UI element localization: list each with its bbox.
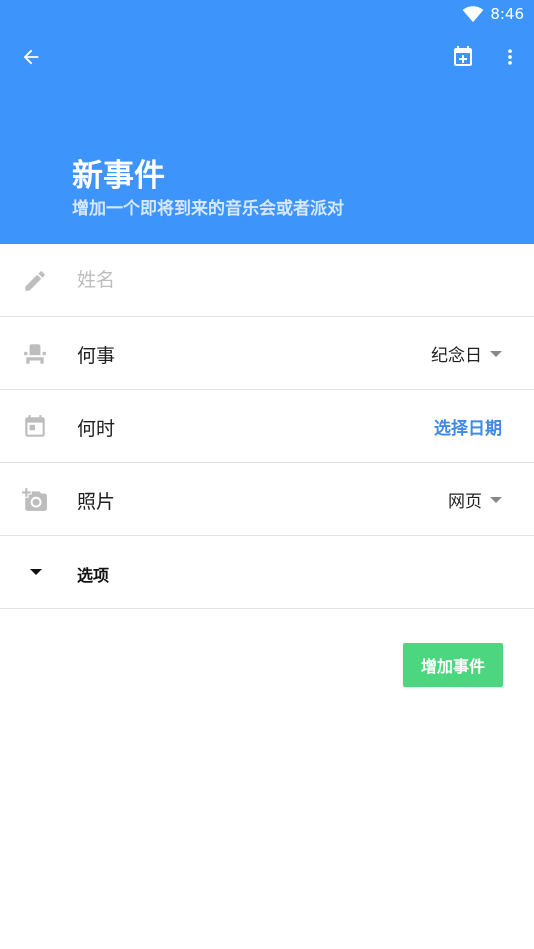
arrow-left-icon bbox=[23, 49, 39, 65]
status-bar: 8:46 bbox=[462, 0, 534, 28]
add-photo-icon bbox=[22, 488, 47, 511]
add-to-calendar-button[interactable] bbox=[443, 37, 483, 77]
wifi-icon bbox=[462, 6, 484, 23]
more-options-button[interactable] bbox=[490, 37, 530, 77]
pencil-icon bbox=[25, 271, 45, 291]
when-label: 何时 bbox=[77, 418, 116, 440]
name-row bbox=[0, 244, 534, 317]
options-toggle[interactable]: 选项 bbox=[0, 536, 534, 609]
chevron-down-icon bbox=[490, 350, 502, 357]
chevron-down-icon bbox=[490, 496, 502, 503]
photo-label: 照片 bbox=[77, 491, 116, 513]
calendar-plus-icon bbox=[454, 46, 472, 66]
more-vert-icon bbox=[508, 49, 512, 65]
photo-source-value: 网页 bbox=[448, 492, 482, 512]
name-input[interactable] bbox=[77, 262, 497, 298]
add-event-button[interactable]: 增加事件 bbox=[403, 643, 503, 687]
photo-source-dropdown[interactable]: 网页 bbox=[448, 487, 502, 512]
page-title: 新事件 bbox=[72, 158, 165, 194]
what-row: 何事 纪念日 bbox=[0, 317, 534, 390]
select-date-button[interactable]: 选择日期 bbox=[434, 414, 502, 439]
page-subtitle: 增加一个即将到来的音乐会或者派对 bbox=[72, 199, 344, 219]
back-button[interactable] bbox=[11, 37, 51, 77]
options-label: 选项 bbox=[77, 566, 110, 585]
app-header: 8:46 新事件 增加一个即将到来的音乐会或者派对 bbox=[0, 0, 534, 244]
seat-icon bbox=[24, 344, 46, 364]
event-type-dropdown[interactable]: 纪念日 bbox=[431, 341, 502, 366]
calendar-icon bbox=[25, 415, 45, 437]
event-form: 何事 纪念日 何时 选择日期 照片 网页 选项 bbox=[0, 244, 534, 609]
expand-icon bbox=[30, 569, 42, 575]
what-label: 何事 bbox=[77, 345, 116, 367]
when-row: 何时 选择日期 bbox=[0, 390, 534, 463]
status-time: 8:46 bbox=[490, 5, 524, 23]
event-type-value: 纪念日 bbox=[431, 346, 482, 366]
photo-row: 照片 网页 bbox=[0, 463, 534, 536]
